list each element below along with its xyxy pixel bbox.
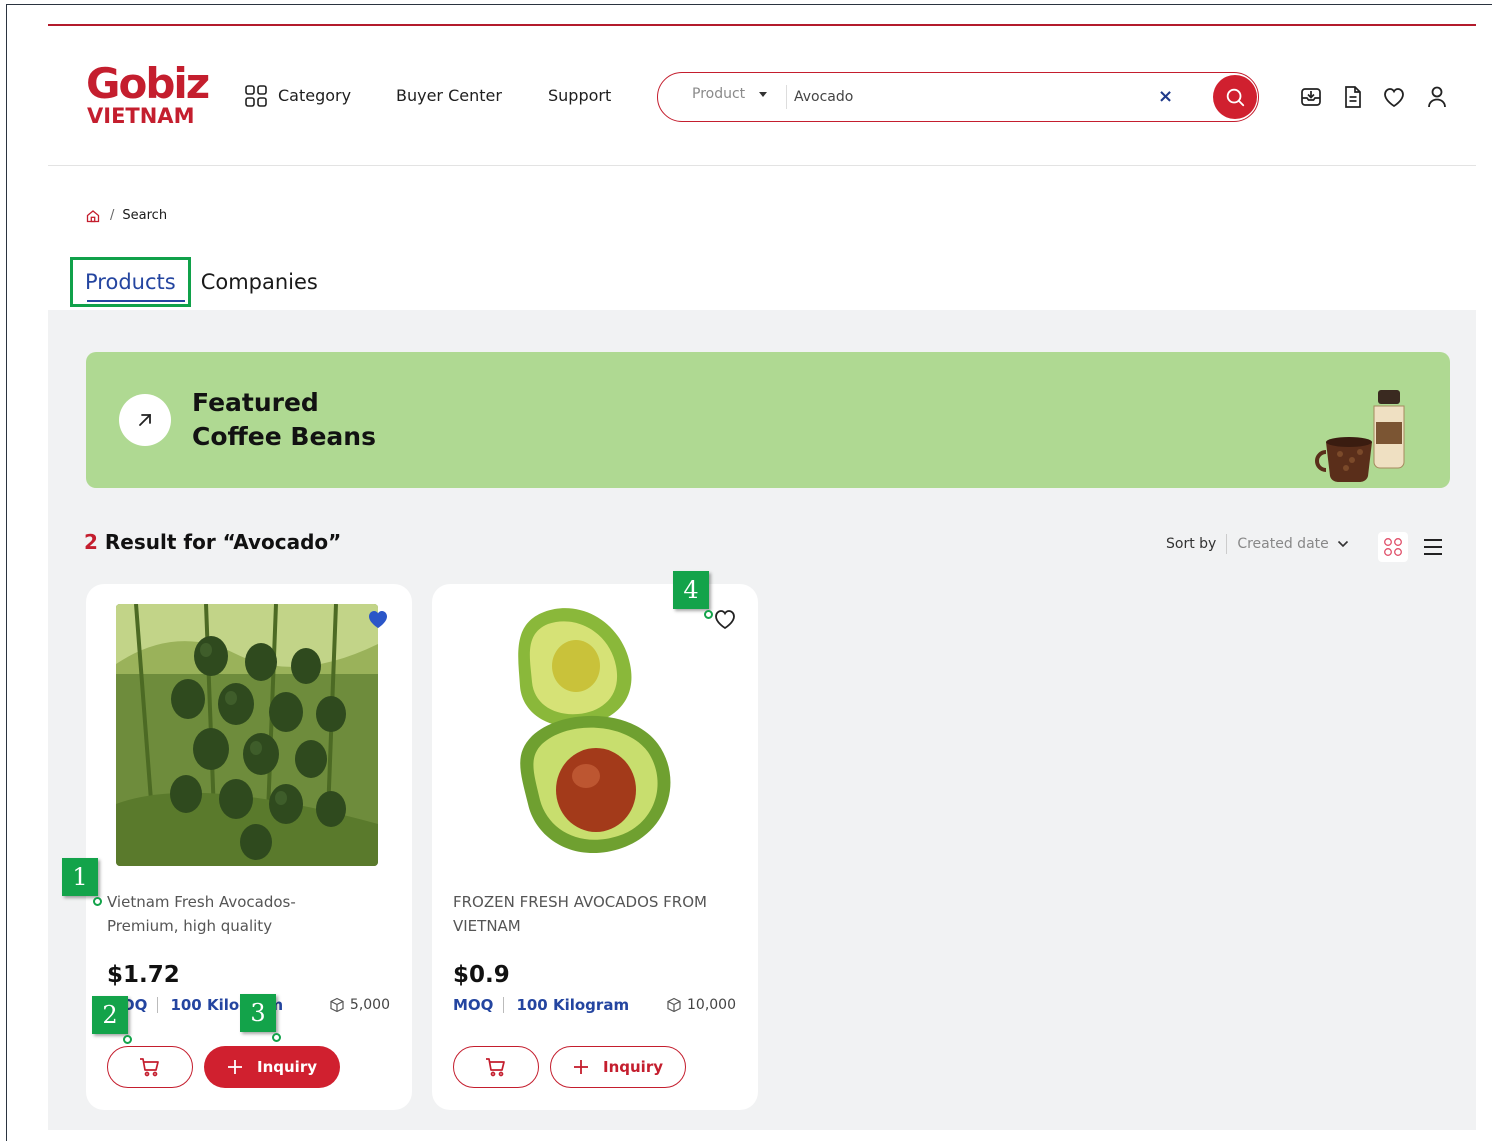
- account-button[interactable]: [1424, 84, 1450, 110]
- featured-banner[interactable]: Featured Coffee Beans: [86, 352, 1450, 488]
- nav-category-label: Category: [278, 86, 352, 105]
- product-image[interactable]: [462, 604, 724, 866]
- annotation-dot-4: [704, 610, 713, 619]
- product-stock: 5,000: [329, 997, 390, 1013]
- site-header: Gobiz VIETNAM Category Buyer Center Supp…: [48, 26, 1476, 166]
- user-icon: [1428, 86, 1446, 108]
- annotation-dot-1: [93, 897, 102, 906]
- list-view-button[interactable]: [1418, 532, 1448, 562]
- grid-view-icon: [1384, 538, 1402, 556]
- product-name[interactable]: Vietnam Fresh Avocados- Premium, high qu…: [107, 890, 367, 938]
- box-icon: [330, 997, 344, 1013]
- inbox-download-icon: [1301, 88, 1321, 106]
- inquiry-label: Inquiry: [603, 1058, 663, 1076]
- documents-button[interactable]: [1340, 84, 1366, 110]
- annotation-marker-2: 2: [92, 996, 128, 1034]
- search-button[interactable]: [1213, 75, 1257, 119]
- search-type-dropdown[interactable]: Product: [692, 86, 768, 102]
- banner-title-line2: Coffee Beans: [192, 422, 376, 451]
- wishlist-button[interactable]: [1381, 84, 1407, 110]
- coffee-illustration: [1315, 390, 1405, 483]
- results-text: Result for “Avocado”: [97, 530, 342, 554]
- moq-value: 100 Kilogram: [516, 996, 630, 1014]
- search-bar: Product ×: [657, 72, 1259, 122]
- moq-label: MOQ: [453, 996, 494, 1014]
- product-card[interactable]: FROZEN FRESH AVOCADOS FROM VIETNAM $0.9 …: [432, 584, 758, 1110]
- search-icon: [1226, 88, 1245, 107]
- nav-support-label: Support: [548, 86, 612, 105]
- chevron-down-icon: [1337, 540, 1348, 548]
- list-view-icon: [1424, 539, 1442, 555]
- grid-icon: [245, 85, 267, 107]
- product-image[interactable]: [116, 604, 378, 866]
- inquiry-label: Inquiry: [257, 1058, 317, 1076]
- product-name[interactable]: FROZEN FRESH AVOCADOS FROM VIETNAM: [453, 890, 713, 938]
- breadcrumb: / Search: [86, 208, 167, 223]
- search-input[interactable]: [794, 83, 1154, 111]
- product-price: $0.9: [453, 962, 510, 988]
- search-divider: [786, 85, 787, 109]
- grid-view-button[interactable]: [1378, 532, 1408, 562]
- annotation-dot-2: [123, 1035, 132, 1044]
- caret-down-icon: [759, 91, 768, 97]
- sort-divider: [1226, 534, 1228, 554]
- favorite-outline-icon[interactable]: [713, 608, 737, 630]
- product-moq: MOQ 100 Kilogram: [453, 996, 629, 1014]
- nav-buyer-center-label: Buyer Center: [396, 86, 502, 105]
- home-icon[interactable]: [86, 209, 100, 223]
- moq-divider: [503, 997, 505, 1013]
- cart-icon: [486, 1058, 505, 1077]
- sort-control: Sort by Created date: [1166, 534, 1349, 554]
- plus-icon: [574, 1060, 588, 1074]
- results-count: 2: [84, 530, 98, 554]
- product-price: $1.72: [107, 962, 180, 988]
- moq-divider: [157, 997, 159, 1013]
- annotation-marker-3: 3: [240, 994, 276, 1032]
- annotation-marker-1: 1: [62, 858, 98, 896]
- cart-icon: [140, 1058, 159, 1077]
- nav-category[interactable]: Category: [244, 84, 351, 108]
- result-tabs: Products Companies: [70, 256, 324, 308]
- box-icon: [667, 997, 681, 1013]
- search-type-label: Product: [692, 86, 746, 102]
- clear-icon[interactable]: ×: [1158, 86, 1173, 108]
- sort-value: Created date: [1237, 536, 1329, 552]
- download-inbox-button[interactable]: [1298, 84, 1324, 110]
- sort-label: Sort by: [1166, 536, 1217, 552]
- nav-buyer-center[interactable]: Buyer Center: [396, 84, 502, 108]
- add-to-cart-button[interactable]: [453, 1046, 539, 1088]
- stock-value: 5,000: [349, 997, 390, 1013]
- tab-companies[interactable]: Companies: [195, 256, 324, 308]
- logo-wordmark: Gobiz: [86, 59, 210, 108]
- inquiry-button[interactable]: Inquiry: [550, 1046, 686, 1088]
- sort-dropdown[interactable]: Created date: [1237, 536, 1348, 552]
- plus-icon: [228, 1060, 242, 1074]
- favorite-filled-icon[interactable]: [366, 608, 390, 630]
- stock-value: 10,000: [687, 997, 736, 1013]
- arrow-up-right-icon: [119, 394, 171, 446]
- tab-products[interactable]: Products: [70, 257, 191, 307]
- heart-icon: [1384, 88, 1404, 108]
- annotation-dot-3: [272, 1033, 281, 1042]
- banner-title: Featured Coffee Beans: [192, 386, 376, 454]
- document-icon: [1345, 86, 1361, 108]
- add-to-cart-button[interactable]: [107, 1046, 193, 1088]
- nav-support[interactable]: Support: [548, 84, 611, 108]
- annotation-marker-4: 4: [673, 571, 709, 609]
- banner-title-line1: Featured: [192, 388, 319, 417]
- logo-country: VIETNAM: [87, 104, 195, 128]
- product-stock: 10,000: [666, 997, 736, 1013]
- breadcrumb-separator: /: [110, 208, 115, 223]
- logo[interactable]: Gobiz VIETNAM: [86, 60, 216, 130]
- inquiry-button[interactable]: Inquiry: [204, 1046, 340, 1088]
- results-summary: 2 Result for “Avocado”: [84, 530, 341, 554]
- breadcrumb-current: Search: [122, 208, 168, 223]
